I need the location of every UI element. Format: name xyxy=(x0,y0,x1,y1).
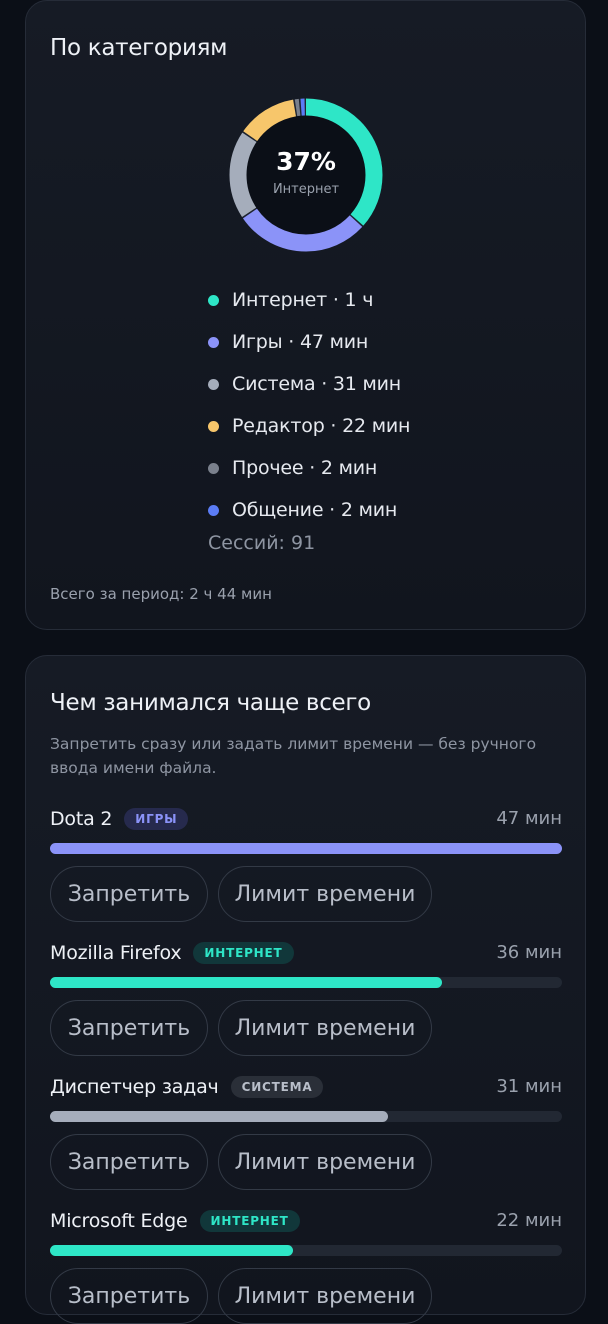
app-header: Microsoft Edge ИНТЕРНЕТ 22 мин xyxy=(50,1206,562,1236)
legend-dot xyxy=(208,462,219,474)
app-row: Microsoft Edge ИНТЕРНЕТ 22 мин Запретить… xyxy=(50,1206,562,1324)
donut-center: 37% Интернет xyxy=(228,97,384,253)
period-total: Всего за период: 2 ч 44 мин xyxy=(50,585,272,603)
legend-item: Редактор · 22 мин xyxy=(208,405,410,447)
usage-bar xyxy=(50,843,562,854)
categories-card: По категориям 37% Интернет Интернет · 1 … xyxy=(25,0,586,630)
legend-item: Игры · 47 мин xyxy=(208,321,410,363)
category-badge: ИНТЕРНЕТ xyxy=(199,1210,300,1232)
usage-bar xyxy=(50,1111,562,1122)
sessions-count: Сессий: 91 xyxy=(208,532,316,554)
category-badge: СИСТЕМА xyxy=(230,1076,324,1098)
app-row: Диспетчер задач СИСТЕМА 31 мин Запретить… xyxy=(50,1072,562,1190)
category-legend: Интернет · 1 ч Игры · 47 мин Система · 3… xyxy=(208,279,410,531)
app-row: Dota 2 ИГРЫ 47 мин Запретить Лимит време… xyxy=(50,804,562,922)
app-header: Диспетчер задач СИСТЕМА 31 мин xyxy=(50,1072,562,1102)
app-actions: Запретить Лимит времени xyxy=(50,866,562,922)
legend-item: Прочее · 2 мин xyxy=(208,447,410,489)
ban-button[interactable]: Запретить xyxy=(50,866,208,922)
usage-bar xyxy=(50,1245,562,1256)
ban-button[interactable]: Запретить xyxy=(50,1268,208,1324)
app-name: Диспетчер задач xyxy=(50,1076,219,1098)
donut-label: Интернет xyxy=(272,182,340,197)
categories-title: По категориям xyxy=(50,35,228,61)
donut-percent: 37% xyxy=(276,147,336,176)
category-badge: ИНТЕРНЕТ xyxy=(193,942,294,964)
legend-item: Система · 31 мин xyxy=(208,363,410,405)
time-limit-button[interactable]: Лимит времени xyxy=(218,1268,432,1324)
time-limit-button[interactable]: Лимит времени xyxy=(218,1000,432,1056)
usage-bar xyxy=(50,977,562,988)
app-actions: Запретить Лимит времени xyxy=(50,1268,562,1324)
app-name: Mozilla Firefox xyxy=(50,942,182,964)
app-name: Microsoft Edge xyxy=(50,1210,188,1232)
legend-label: Общение · 2 мин xyxy=(232,499,398,521)
legend-dot xyxy=(208,504,219,516)
legend-item: Интернет · 1 ч xyxy=(208,279,410,321)
usage-bar-fill xyxy=(50,977,443,988)
legend-label: Игры · 47 мин xyxy=(232,331,369,353)
legend-label: Интернет · 1 ч xyxy=(232,289,374,311)
top-apps-title: Чем занимался чаще всего xyxy=(50,690,371,716)
top-apps-card: Чем занимался чаще всего Запретить сразу… xyxy=(25,655,586,1324)
app-time: 47 мин xyxy=(496,808,562,829)
legend-dot xyxy=(208,378,219,390)
top-apps-subtitle: Запретить сразу или задать лимит времени… xyxy=(50,735,537,777)
legend-label: Редактор · 22 мин xyxy=(232,415,411,437)
usage-bar-fill xyxy=(50,1111,388,1122)
app-header: Dota 2 ИГРЫ 47 мин xyxy=(50,804,562,834)
app-time: 36 мин xyxy=(496,942,562,963)
legend-dot xyxy=(208,336,219,348)
app-name: Dota 2 xyxy=(50,808,113,830)
app-header: Mozilla Firefox ИНТЕРНЕТ 36 мин xyxy=(50,938,562,968)
legend-dot xyxy=(208,294,219,306)
legend-label: Система · 31 мин xyxy=(232,373,402,395)
ban-button[interactable]: Запретить xyxy=(50,1000,208,1056)
legend-label: Прочее · 2 мин xyxy=(232,457,378,479)
app-actions: Запретить Лимит времени xyxy=(50,1000,562,1056)
time-limit-button[interactable]: Лимит времени xyxy=(218,1134,432,1190)
time-limit-button[interactable]: Лимит времени xyxy=(218,866,432,922)
usage-bar-fill xyxy=(50,843,562,854)
app-actions: Запретить Лимит времени xyxy=(50,1134,562,1190)
legend-dot xyxy=(208,420,219,432)
category-donut-chart: 37% Интернет xyxy=(228,97,384,253)
app-time: 31 мин xyxy=(496,1076,562,1097)
app-row: Mozilla Firefox ИНТЕРНЕТ 36 мин Запретит… xyxy=(50,938,562,1056)
usage-bar-fill xyxy=(50,1245,294,1256)
category-badge: ИГРЫ xyxy=(124,808,189,830)
legend-item: Общение · 2 мин xyxy=(208,489,410,531)
app-time: 22 мин xyxy=(496,1210,562,1231)
ban-button[interactable]: Запретить xyxy=(50,1134,208,1190)
